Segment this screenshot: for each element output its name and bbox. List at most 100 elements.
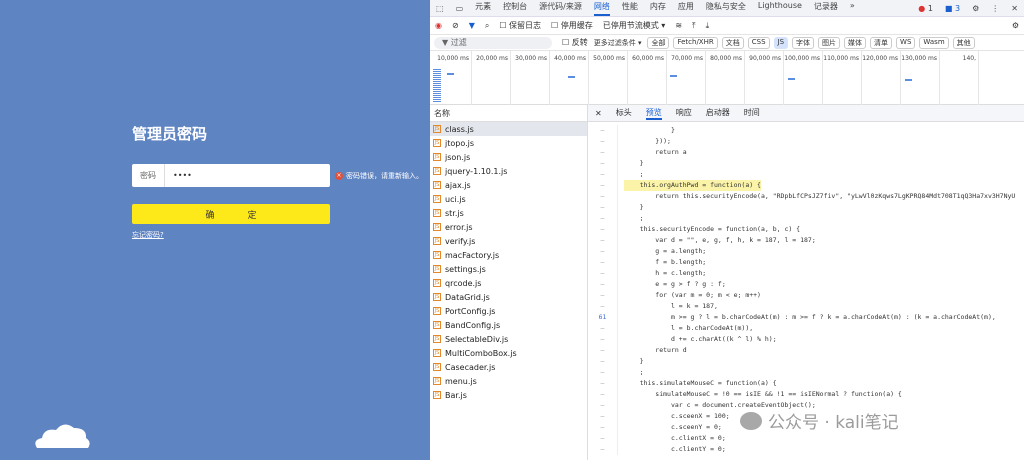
filter-icon[interactable]: ▼: [469, 21, 475, 30]
filter-chip[interactable]: CSS: [747, 36, 770, 49]
line-number[interactable]: –: [588, 180, 618, 191]
request-row[interactable]: JS menu.js: [430, 374, 587, 388]
preserve-log-checkbox[interactable]: ☐ 保留日志: [499, 20, 541, 31]
line-number[interactable]: –: [588, 301, 618, 312]
request-row[interactable]: JS error.js: [430, 220, 587, 234]
search-icon[interactable]: ⌕: [485, 21, 489, 31]
request-row[interactable]: JS DataGrid.js: [430, 290, 587, 304]
inspect-icon[interactable]: ⬚: [436, 4, 444, 13]
line-number[interactable]: 61: [588, 312, 618, 323]
tab-10[interactable]: »: [850, 1, 855, 16]
record-icon[interactable]: ◉: [435, 21, 442, 30]
invert-checkbox[interactable]: ☐ 反转: [562, 37, 588, 48]
tab-3[interactable]: 网络: [593, 1, 610, 16]
line-number[interactable]: –: [588, 125, 618, 136]
more-filters-dropdown[interactable]: 更多过滤条件 ▾: [594, 38, 642, 48]
forgot-password-link[interactable]: 忘记密码?: [132, 230, 164, 240]
preview-tab-3[interactable]: 启动器: [706, 107, 730, 120]
request-row[interactable]: JS ajax.js: [430, 178, 587, 192]
line-number[interactable]: –: [588, 158, 618, 169]
line-number[interactable]: –: [588, 334, 618, 345]
filter-chip[interactable]: 字体: [792, 36, 815, 49]
request-row[interactable]: JS macFactory.js: [430, 248, 587, 262]
request-row[interactable]: JS Bar.js: [430, 388, 587, 402]
network-conditions-icon[interactable]: ≋: [675, 21, 682, 30]
line-number[interactable]: –: [588, 235, 618, 246]
line-number[interactable]: –: [588, 356, 618, 367]
network-settings-icon[interactable]: ⚙: [1012, 21, 1019, 30]
request-row[interactable]: JS SelectableDiv.js: [430, 332, 587, 346]
filter-chip[interactable]: 媒体: [844, 36, 867, 49]
disable-cache-checkbox[interactable]: ☐ 停用缓存: [551, 20, 593, 31]
request-row[interactable]: JS jquery-1.10.1.js: [430, 164, 587, 178]
line-number[interactable]: –: [588, 290, 618, 301]
request-row[interactable]: JS MultiComboBox.js: [430, 346, 587, 360]
line-number[interactable]: –: [588, 213, 618, 224]
preview-tab-0[interactable]: 标头: [616, 107, 632, 120]
line-number[interactable]: –: [588, 400, 618, 411]
preview-tab-2[interactable]: 响应: [676, 107, 692, 120]
request-row[interactable]: JS uci.js: [430, 192, 587, 206]
tab-2[interactable]: 源代码/来源: [539, 1, 582, 16]
request-row[interactable]: JS class.js: [430, 122, 587, 136]
line-number[interactable]: –: [588, 389, 618, 400]
export-icon[interactable]: ⤓: [706, 21, 710, 31]
line-number[interactable]: –: [588, 257, 618, 268]
settings-icon[interactable]: ⚙: [972, 4, 979, 13]
line-number[interactable]: –: [588, 411, 618, 422]
preview-tab-1[interactable]: 预览: [645, 107, 662, 120]
line-number[interactable]: –: [588, 202, 618, 213]
filter-chip[interactable]: 文档: [721, 36, 744, 49]
filter-chip[interactable]: Wasm: [919, 36, 949, 49]
tab-5[interactable]: 内存: [650, 1, 666, 16]
tab-1[interactable]: 控制台: [503, 1, 527, 16]
line-number[interactable]: –: [588, 191, 618, 202]
line-number[interactable]: –: [588, 378, 618, 389]
close-preview-icon[interactable]: ✕: [595, 109, 602, 118]
filter-chip[interactable]: Fetch/XHR: [673, 36, 718, 49]
filter-chip[interactable]: 其他: [952, 36, 975, 49]
line-number[interactable]: –: [588, 246, 618, 257]
request-row[interactable]: JS verify.js: [430, 234, 587, 248]
request-row[interactable]: JS qrcode.js: [430, 276, 587, 290]
request-row[interactable]: JS BandConfig.js: [430, 318, 587, 332]
tab-6[interactable]: 应用: [678, 1, 694, 16]
line-number[interactable]: –: [588, 323, 618, 334]
more-icon[interactable]: ⋮: [991, 4, 999, 13]
filter-chip[interactable]: 全部: [647, 36, 670, 49]
line-number[interactable]: –: [588, 224, 618, 235]
line-number[interactable]: –: [588, 433, 618, 444]
close-icon[interactable]: ✕: [1011, 4, 1018, 13]
clear-icon[interactable]: ⊘: [452, 21, 459, 30]
tab-9[interactable]: 记录器: [814, 1, 838, 16]
tab-0[interactable]: 元素: [475, 1, 491, 16]
error-count[interactable]: ● 1: [918, 4, 933, 13]
device-toolbar-icon[interactable]: ▭: [456, 4, 464, 13]
password-field[interactable]: 密码 ••••: [132, 164, 330, 187]
tab-7[interactable]: 隐私与安全: [706, 1, 746, 16]
request-row[interactable]: JS jtopo.js: [430, 136, 587, 150]
request-row[interactable]: JS Casecader.js: [430, 360, 587, 374]
network-timeline[interactable]: 10,000 ms 20,000 ms 30,000 ms 40,000 ms 50,0…: [430, 51, 1024, 105]
import-icon[interactable]: ⤒: [692, 21, 696, 31]
message-count[interactable]: ■ 3: [945, 4, 960, 13]
filter-chip[interactable]: 图片: [818, 36, 841, 49]
confirm-button[interactable]: 确 定: [132, 204, 330, 224]
filter-chip[interactable]: 清单: [870, 36, 893, 49]
tab-4[interactable]: 性能: [622, 1, 638, 16]
request-row[interactable]: JS str.js: [430, 206, 587, 220]
password-input[interactable]: ••••: [165, 164, 330, 187]
line-number[interactable]: –: [588, 367, 618, 378]
line-number[interactable]: –: [588, 268, 618, 279]
line-number[interactable]: –: [588, 169, 618, 180]
filter-chip[interactable]: WS: [896, 36, 916, 49]
line-number[interactable]: –: [588, 422, 618, 433]
throttle-select[interactable]: 已停用节流模式 ▾: [603, 20, 666, 31]
line-number[interactable]: –: [588, 279, 618, 290]
preview-tab-4[interactable]: 时间: [744, 107, 760, 120]
line-number[interactable]: –: [588, 345, 618, 356]
line-number[interactable]: –: [588, 136, 618, 147]
request-row[interactable]: JS settings.js: [430, 262, 587, 276]
filter-input[interactable]: ▼ 过滤: [434, 36, 552, 49]
request-row[interactable]: JS PortConfig.js: [430, 304, 587, 318]
